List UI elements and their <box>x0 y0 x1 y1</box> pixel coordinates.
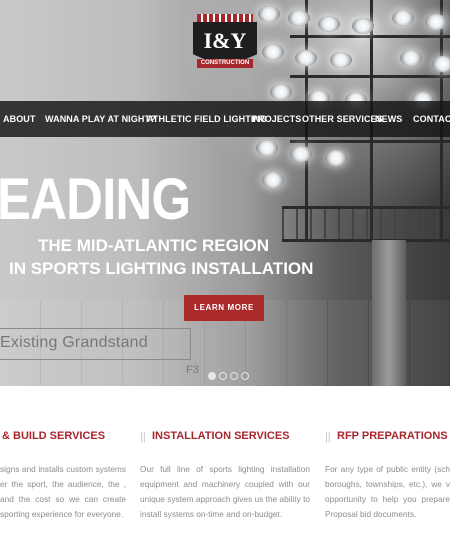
lamp-icon <box>330 52 352 68</box>
lamp-icon <box>400 50 422 66</box>
lamp-icon <box>290 146 312 162</box>
hero-subtitle-2: IN SPORTS LIGHTING INSTALLATION <box>9 259 314 278</box>
nav-wanna-play-at-night[interactable]: WANNA PLAY AT NIGHT? <box>45 101 156 137</box>
nav-news[interactable]: NEWS <box>375 101 402 137</box>
lamp-icon <box>258 6 280 22</box>
lamp-icon <box>318 16 340 32</box>
tower-crossbar-1 <box>290 35 450 38</box>
logo-stripe <box>197 14 253 22</box>
service-title-divider: || <box>325 431 331 443</box>
lamp-icon <box>425 14 447 30</box>
lamp-icon <box>262 44 284 60</box>
service-text-rfp: For any type of public entity (sch borou… <box>325 464 450 519</box>
blueprint-label: Existing Grandstand <box>0 334 148 351</box>
tower-platform <box>282 206 450 242</box>
main-nav: ABOUT WANNA PLAY AT NIGHT? ATHLETIC FIEL… <box>0 101 450 137</box>
nav-projects[interactable]: PROJECTS <box>252 101 301 137</box>
lamp-icon <box>270 84 292 100</box>
nav-other-services[interactable]: OTHER SERVICES <box>302 101 383 137</box>
lamp-icon <box>432 56 450 72</box>
lamp-icon <box>262 172 284 188</box>
tower-crossbar-2 <box>290 75 450 78</box>
service-text-installation: Our full line of sports lighting install… <box>140 464 310 519</box>
service-title-divider: || <box>140 431 146 443</box>
nav-athletic-field-lighting[interactable]: ATHLETIC FIELD LIGHTING <box>147 101 267 137</box>
nav-contact[interactable]: CONTACT U <box>413 101 450 137</box>
hero-headline: EADING <box>0 167 191 232</box>
nav-about[interactable]: ABOUT <box>3 101 36 137</box>
blueprint-code: F3 <box>186 364 199 376</box>
site-logo[interactable]: I&Y CONSTRUCTION <box>193 14 257 84</box>
tower-crossbar-3 <box>290 140 450 143</box>
tower-pole <box>372 240 406 386</box>
lamp-icon <box>288 10 310 26</box>
lamp-icon <box>256 140 278 156</box>
lamp-icon <box>295 50 317 66</box>
learn-more-button[interactable]: LEARN MORE <box>184 295 264 321</box>
lamp-icon <box>325 150 347 166</box>
hero-subtitle-1: THE MID-ATLANTIC REGION <box>38 236 270 255</box>
lamp-icon <box>352 18 374 34</box>
slider-dot-2[interactable] <box>219 372 227 380</box>
logo-subtitle: CONSTRUCTION <box>197 59 253 68</box>
service-title-installation[interactable]: INSTALLATION SERVICES <box>152 430 290 442</box>
slider-dot-4[interactable] <box>241 372 249 380</box>
logo-mark: I&Y <box>203 28 247 53</box>
service-title-rfp[interactable]: RFP PREPARATIONS <box>337 430 448 442</box>
lamp-icon <box>392 10 414 26</box>
service-text-design-build: signs and installs custom systems er the… <box>0 464 126 519</box>
slider-dot-1[interactable] <box>208 372 216 380</box>
slider-dot-3[interactable] <box>230 372 238 380</box>
service-title-design-build[interactable]: & BUILD SERVICES <box>2 430 105 442</box>
slider-dots <box>208 372 249 380</box>
